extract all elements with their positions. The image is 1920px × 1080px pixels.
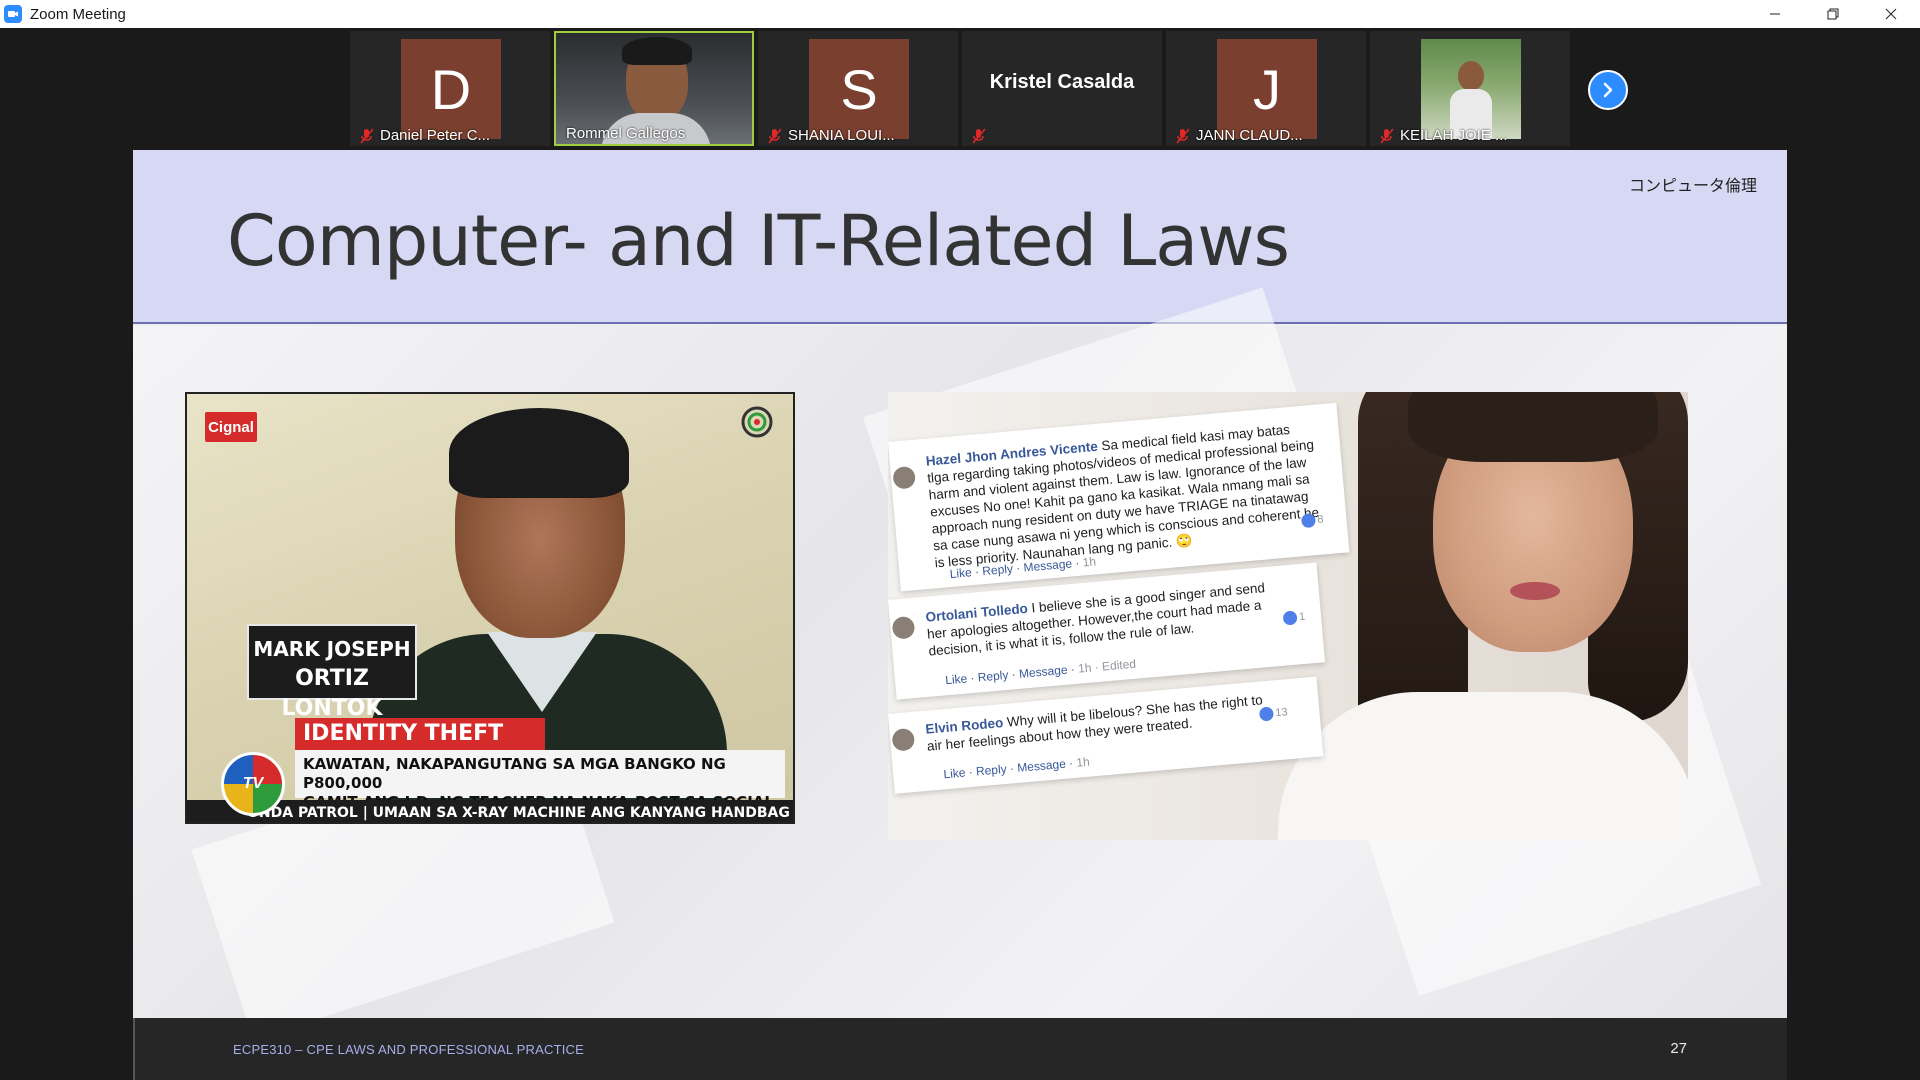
reaction-count: 13 [1258, 705, 1288, 722]
cignal-logo: Cignal [205, 412, 257, 442]
tv-patrol-logo: TV [221, 752, 285, 816]
participant-tile-active-speaker[interactable]: Rommel Gallegos [554, 31, 754, 146]
participant-tile[interactable]: S SHANIA LOUI... [758, 31, 958, 146]
message-link: Message [1022, 556, 1073, 575]
ticker-line-1: KAWATAN, NAKAPANGUTANG SA MGA BANGKO NG … [303, 755, 726, 792]
participant-name: JANN CLAUD... [1196, 127, 1303, 144]
participant-tile[interactable]: Kristel Casalda [962, 31, 1162, 146]
minimize-icon [1770, 13, 1780, 15]
participant-name: KEILAH JOIE ... [1400, 127, 1508, 144]
participant-strip: D Daniel Peter C... Rommel Gallegos S SH… [0, 28, 1920, 150]
avatar [892, 465, 917, 490]
like-reaction-icon [1300, 513, 1317, 529]
comment-card: Hazel Jhon Andres Vicente Sa medical fie… [888, 402, 1350, 592]
participant-tile[interactable]: KEILAH JOIE ... [1370, 31, 1570, 146]
social-media-comments-image: Hazel Jhon Andres Vicente Sa medical fie… [888, 392, 1688, 840]
message-link: Message [1016, 756, 1067, 775]
minimize-button[interactable] [1746, 0, 1804, 28]
nameplate-line-2: ORTIZ LONTOK [281, 666, 383, 721]
comment-actions: Like · Reply · Message · 1h [942, 754, 1091, 782]
course-label: ECPE310 – CPE LAWS AND PROFESSIONAL PRAC… [233, 1042, 584, 1057]
like-reaction-icon [1282, 610, 1298, 626]
avatar [891, 615, 916, 640]
news-nameplate: MARK JOSEPH ORTIZ LONTOK [247, 624, 417, 721]
restore-icon [1827, 8, 1839, 20]
slide-footer: ECPE310 – CPE LAWS AND PROFESSIONAL PRAC… [133, 1018, 1787, 1080]
reply-link: Reply [975, 761, 1008, 779]
zoom-app-icon [4, 5, 22, 23]
avatar [891, 727, 916, 752]
mic-muted-icon [972, 128, 986, 144]
comment-time: 1h · Edited [1077, 656, 1137, 676]
slide-title: Computer- and IT-Related Laws [227, 200, 1290, 282]
restore-button[interactable] [1804, 0, 1862, 28]
close-icon [1885, 8, 1897, 20]
shared-screen-slide: Computer- and IT-Related Laws コンピュータ倫理 C… [133, 150, 1787, 1080]
reaction-count: 1 [1282, 610, 1306, 626]
reply-link: Reply [981, 561, 1014, 579]
title-bar: Zoom Meeting [0, 0, 1920, 28]
reply-link: Reply [977, 667, 1009, 685]
participant-name: SHANIA LOUI... [788, 127, 895, 144]
participant-tile[interactable]: J JANN CLAUD... [1166, 31, 1366, 146]
comment-time: 1h [1082, 554, 1097, 570]
comment-actions: Like · Reply · Message · 1h · Edited [944, 656, 1137, 688]
reaction-count: 8 [1300, 512, 1324, 529]
participant-tile[interactable]: D Daniel Peter C... [350, 31, 550, 146]
mic-muted-icon [1176, 128, 1190, 143]
chevron-right-icon [1603, 82, 1613, 98]
message-link: Message [1018, 662, 1069, 681]
avatar: D [401, 39, 501, 139]
slide-header: Computer- and IT-Related Laws コンピュータ倫理 [133, 150, 1787, 324]
like-reaction-icon [1258, 706, 1275, 722]
slide-tag: コンピュータ倫理 [1628, 178, 1757, 195]
avatar: S [809, 39, 909, 139]
participant-name: Rommel Gallegos [566, 125, 686, 142]
mic-muted-icon [1380, 128, 1394, 143]
mic-muted-icon [360, 128, 374, 143]
abs-cbn-logo-icon [741, 406, 773, 438]
comment-text: Sa medical field kasi may batas tlga reg… [926, 421, 1320, 571]
like-link: Like [949, 565, 973, 582]
comment-time: 1h [1075, 754, 1091, 770]
mic-muted-icon [768, 128, 782, 143]
participant-display-name: Kristel Casalda [989, 71, 1135, 93]
next-page-button[interactable] [1588, 70, 1628, 110]
close-button[interactable] [1862, 0, 1920, 28]
window-title: Zoom Meeting [30, 5, 126, 23]
news-ticker: KAWATAN, NAKAPANGUTANG SA MGA BANGKO NG … [295, 750, 785, 822]
avatar: J [1217, 39, 1317, 139]
page-number: 27 [1670, 1040, 1687, 1057]
participant-name: Daniel Peter C... [380, 127, 491, 144]
news-screenshot-image: Cignal MARK JOSEPH ORTIZ LONTOK IDENTITY… [185, 392, 795, 824]
news-banner: IDENTITY THEFT [295, 718, 545, 750]
like-link: Like [942, 765, 967, 782]
like-link: Like [944, 671, 968, 688]
nameplate-line-1: MARK JOSEPH [253, 637, 411, 661]
